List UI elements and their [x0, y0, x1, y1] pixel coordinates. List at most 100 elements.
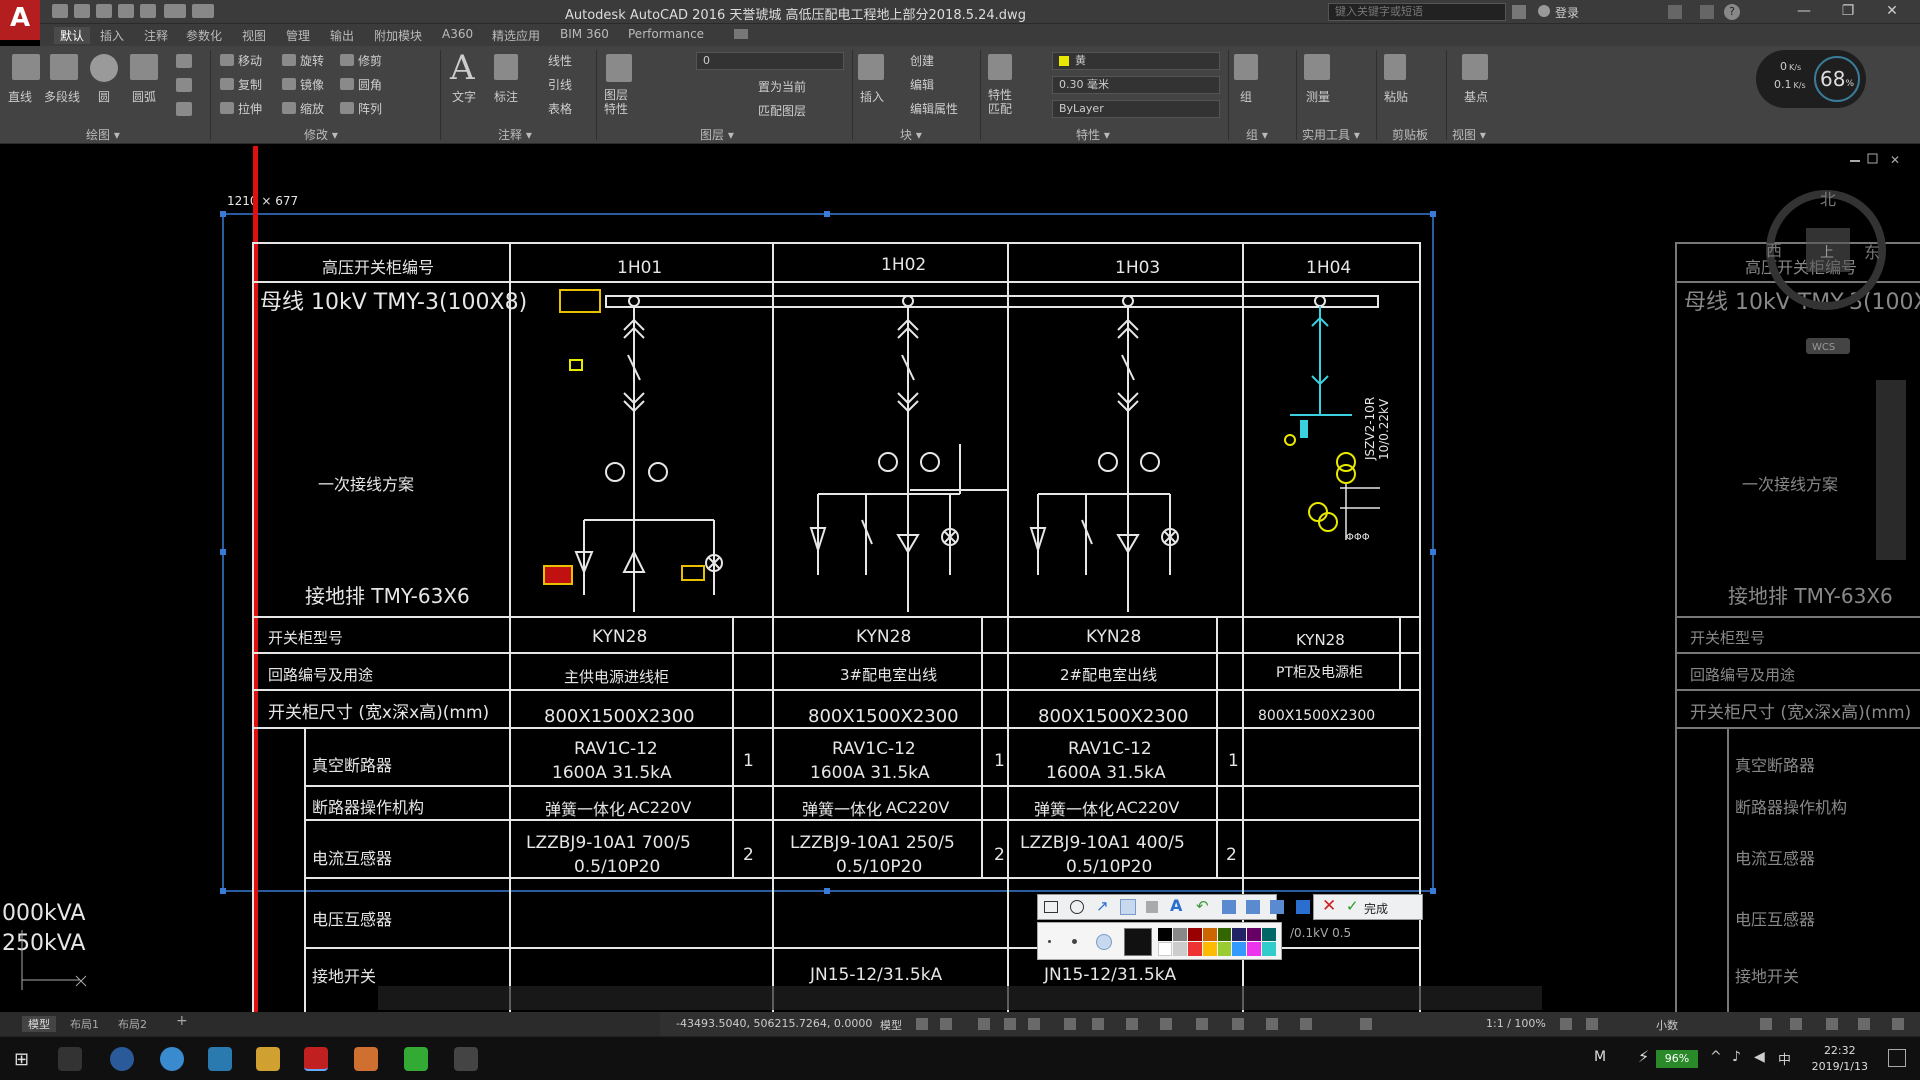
dynamic-ucs-icon[interactable]	[1266, 1018, 1278, 1030]
arc-icon[interactable]	[130, 54, 158, 80]
annotation-monitor-icon[interactable]	[1586, 1018, 1598, 1030]
match-layer-button[interactable]: 匹配图层	[758, 102, 806, 119]
ortho-icon[interactable]	[978, 1018, 990, 1030]
tab-performance[interactable]: Performance	[628, 27, 704, 41]
mirror-button[interactable]: 镜像	[300, 76, 324, 93]
tab-addins[interactable]: 附加模块	[374, 27, 422, 44]
binoculars-icon[interactable]	[1512, 5, 1526, 19]
ellipse-tool-icon[interactable]	[1070, 900, 1084, 914]
clock[interactable]: 22:32 2019/1/13	[1812, 1043, 1868, 1075]
color-dropdown[interactable]: 黄	[1052, 52, 1220, 70]
done-check-icon[interactable]: ✓	[1346, 897, 1359, 915]
fillet-button[interactable]: 圆角	[358, 76, 382, 93]
modify-panel-title[interactable]: 修改 ▾	[304, 126, 338, 143]
linetype-dropdown[interactable]: ByLayer	[1052, 100, 1220, 118]
notification-icon[interactable]	[1888, 1049, 1906, 1067]
volume-icon[interactable]: ◀	[1754, 1049, 1765, 1065]
viewport-controls[interactable]: ✕	[1850, 153, 1900, 167]
3d-osnap-icon[interactable]	[1232, 1018, 1244, 1030]
minimize-button[interactable]: —	[1782, 0, 1826, 24]
create-block-button[interactable]: 创建	[910, 52, 934, 69]
customization-icon[interactable]	[1892, 1018, 1904, 1030]
isodraft-icon[interactable]	[1028, 1018, 1040, 1030]
tab-layout1[interactable]: 布局1	[64, 1016, 105, 1032]
quick-properties-icon[interactable]	[1760, 1018, 1772, 1030]
tab-view[interactable]: 视图	[242, 27, 266, 44]
tab-a360[interactable]: A360	[442, 27, 473, 41]
stretch-button[interactable]: 拉伸	[238, 100, 262, 117]
gradient-icon[interactable]	[176, 102, 192, 116]
insert-icon[interactable]	[858, 54, 884, 80]
size-medium-icon[interactable]	[1072, 939, 1077, 944]
open-icon[interactable]	[74, 4, 90, 18]
tab-layout2[interactable]: 布局2	[112, 1016, 153, 1032]
annotation-scale-icon[interactable]	[1360, 1018, 1372, 1030]
color-palette[interactable]	[1158, 928, 1276, 956]
properties-panel-title[interactable]: 特性 ▾	[1076, 126, 1110, 143]
app-logo[interactable]: A	[0, 0, 40, 40]
move-button[interactable]: 移动	[238, 52, 262, 69]
utilities-panel-title[interactable]: 实用工具 ▾	[1302, 126, 1360, 143]
copy-icon[interactable]	[220, 78, 234, 90]
screenshot-app-icon[interactable]	[454, 1047, 478, 1071]
mirror-icon[interactable]	[282, 78, 296, 90]
fillet-icon[interactable]	[340, 78, 354, 90]
task-view-icon[interactable]	[58, 1047, 82, 1071]
size-small-icon[interactable]	[1048, 940, 1051, 943]
text-icon[interactable]: A	[450, 48, 475, 88]
match-properties-icon[interactable]	[988, 54, 1012, 80]
rectangle-tool-icon[interactable]	[1044, 901, 1058, 913]
layer-properties-icon[interactable]	[606, 54, 632, 82]
trim-button[interactable]: 修剪	[358, 52, 382, 69]
layer-dropdown[interactable]: 0	[696, 52, 844, 70]
hatch-icon[interactable]	[176, 78, 192, 92]
draw-panel-title[interactable]: 绘图 ▾	[86, 126, 120, 143]
tray-arrow-icon[interactable]: ^	[1710, 1049, 1722, 1065]
edit-block-button[interactable]: 编辑	[910, 76, 934, 93]
trim-icon[interactable]	[340, 54, 354, 66]
selection-cycling-icon[interactable]	[1196, 1018, 1208, 1030]
tab-annotate[interactable]: 注释	[144, 27, 168, 44]
snap-icon[interactable]	[940, 1018, 952, 1030]
browser-icon[interactable]	[110, 1047, 134, 1071]
copy-button[interactable]: 复制	[238, 76, 262, 93]
undo-icon[interactable]	[164, 4, 186, 18]
transparency-icon[interactable]	[1160, 1018, 1172, 1030]
tab-manage[interactable]: 管理	[286, 27, 310, 44]
lock-ui-icon[interactable]	[1790, 1018, 1802, 1030]
group-icon[interactable]	[1234, 54, 1258, 80]
osnap-icon[interactable]	[1092, 1018, 1104, 1030]
measure-icon[interactable]	[1304, 54, 1330, 80]
tab-bim360[interactable]: BIM 360	[560, 27, 609, 41]
model-space-button[interactable]: 模型	[880, 1017, 902, 1033]
undo-tool-icon[interactable]: ↶	[1196, 897, 1209, 915]
app-icon[interactable]	[354, 1047, 378, 1071]
search-input[interactable]: 键入关键字或短语	[1328, 3, 1506, 21]
print-icon[interactable]	[140, 4, 156, 18]
tab-home[interactable]: 默认	[54, 27, 91, 44]
array-icon[interactable]	[340, 102, 354, 114]
circle-icon[interactable]	[90, 54, 118, 82]
pen-tool-icon[interactable]	[1120, 899, 1136, 915]
array-button[interactable]: 阵列	[358, 100, 382, 117]
linear-button[interactable]: 线性	[548, 52, 572, 69]
tab-output[interactable]: 输出	[330, 27, 354, 44]
qq-browser-icon[interactable]	[160, 1047, 184, 1071]
windows-start-icon[interactable]: ⊞	[14, 1049, 29, 1070]
language-indicator[interactable]: 中	[1778, 1049, 1791, 1068]
scale-button[interactable]: 缩放	[300, 100, 324, 117]
share-tool-icon[interactable]	[1270, 900, 1284, 914]
groups-panel-title[interactable]: 组 ▾	[1246, 126, 1268, 143]
scale-icon[interactable]	[282, 102, 296, 114]
done-button[interactable]: 完成	[1364, 900, 1388, 917]
osnap-tracking-icon[interactable]	[1064, 1018, 1076, 1030]
battery-indicator[interactable]: 96%	[1656, 1050, 1698, 1068]
paste-icon[interactable]	[1384, 54, 1406, 80]
tab-insert[interactable]: 插入	[100, 27, 124, 44]
save-tool-icon[interactable]	[1222, 900, 1236, 914]
drawing-canvas[interactable]: ✕ 1210 × 677 高压开关柜编号 母线 10kV TMY-3(100X8…	[0, 146, 1920, 1012]
isolate-objects-icon[interactable]	[1826, 1018, 1838, 1030]
file-explorer-icon[interactable]	[256, 1047, 280, 1071]
save-as-icon[interactable]	[118, 4, 134, 18]
autocad-a-icon[interactable]	[208, 1047, 232, 1071]
